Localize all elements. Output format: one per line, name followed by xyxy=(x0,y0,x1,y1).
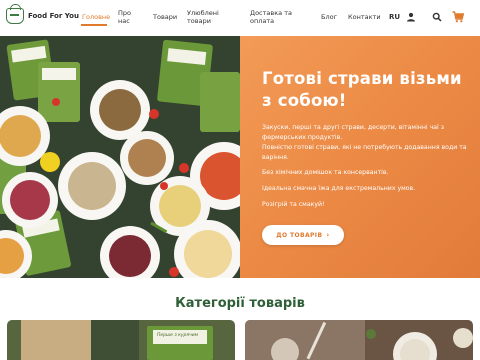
to-products-button[interactable]: ДО ТОВАРІВ › xyxy=(262,225,344,245)
user-icon[interactable] xyxy=(406,12,416,22)
nav-item-contacts[interactable]: Контакти xyxy=(348,13,381,21)
site-header: Food For You Головне Про нас Товари Улюб… xyxy=(0,0,480,36)
active-nav-indicator xyxy=(81,24,107,26)
hero-paragraph: Без хімічних домішок та консервантів. xyxy=(262,169,389,176)
hero-paragraph: Розігрій та смакуй! xyxy=(262,201,325,208)
hero-paragraph: Ідеальна смачна їжа для екстремальних ум… xyxy=(262,185,416,192)
nav-item-products[interactable]: Товари xyxy=(153,13,177,21)
hero-food-photo xyxy=(0,36,240,278)
hero-title: Готові страви візьми з собою! xyxy=(262,69,462,110)
nav-item-delivery[interactable]: Доставка та оплата xyxy=(250,9,292,25)
nav-item-home[interactable]: Головне xyxy=(82,13,110,21)
nav-item-favorites[interactable]: Улюблені товари xyxy=(187,9,219,25)
logo-text: Food For You xyxy=(28,12,79,20)
pot-logo-icon xyxy=(6,4,24,24)
category-card[interactable] xyxy=(245,320,473,360)
logo[interactable]: Food For You xyxy=(6,4,79,24)
hero-paragraph: Повністю готові страви, які не потребуют… xyxy=(262,144,467,161)
hero-paragraph: Закуски, перші та другі страви, десерти,… xyxy=(262,124,445,141)
chevron-right-icon: › xyxy=(326,231,330,239)
category-card[interactable]: Перше з курячим xyxy=(7,320,235,360)
language-switch[interactable]: RU xyxy=(389,13,400,21)
categories-title: Категорії товарів xyxy=(175,296,305,311)
search-icon[interactable] xyxy=(432,12,442,22)
nav-item-about[interactable]: Про нас xyxy=(118,9,131,25)
svg-text:Перше з курячим: Перше з курячим xyxy=(157,332,199,338)
cart-icon[interactable] xyxy=(452,11,464,23)
cta-label: ДО ТОВАРІВ xyxy=(276,231,323,239)
nav-item-blog[interactable]: Блог xyxy=(321,13,337,21)
